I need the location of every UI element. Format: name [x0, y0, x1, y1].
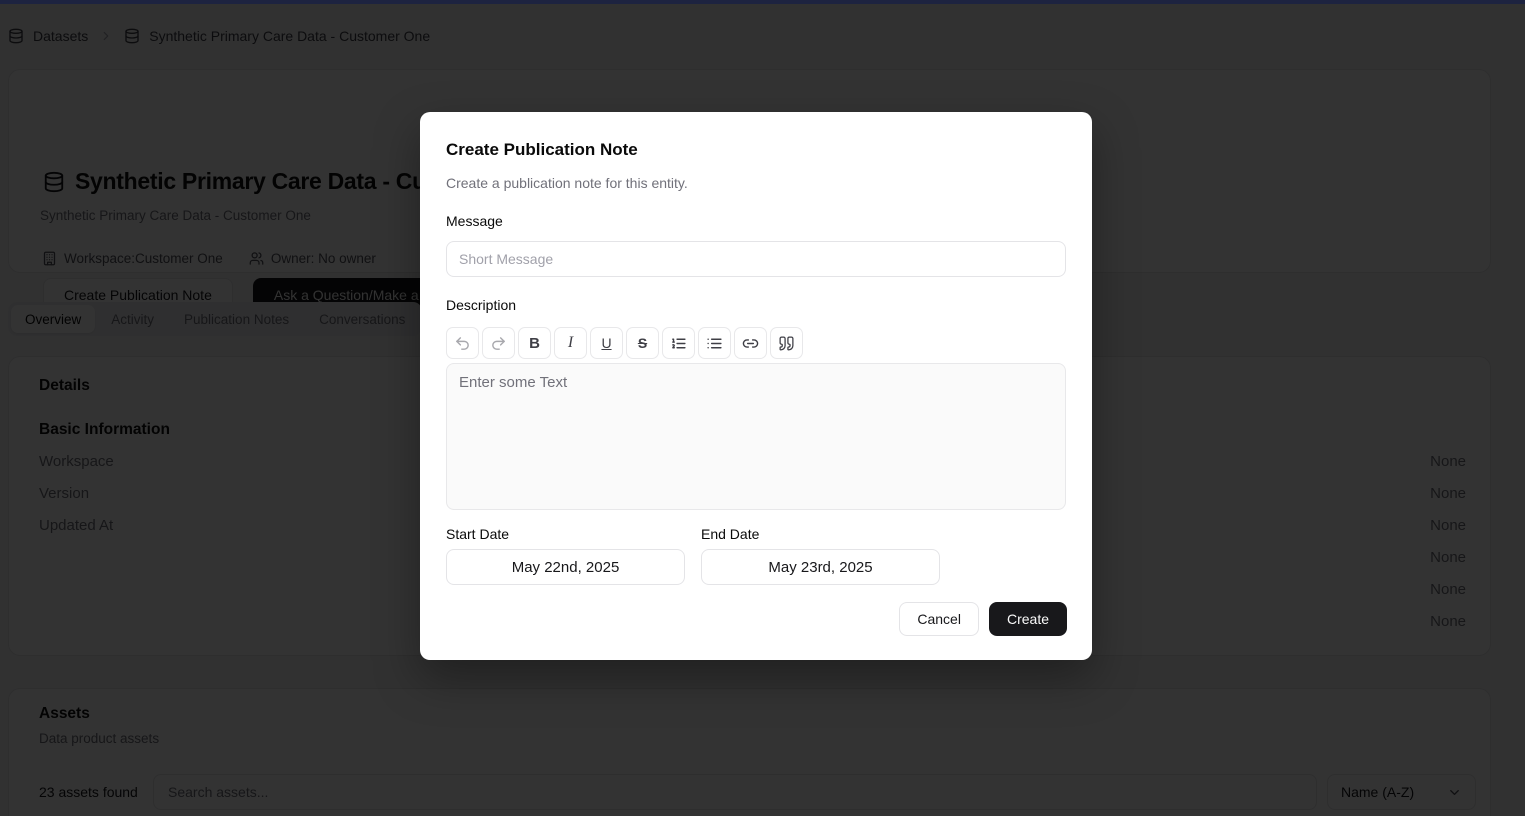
start-date-picker[interactable]: May 22nd, 2025: [446, 549, 685, 585]
undo-icon[interactable]: [446, 327, 479, 359]
dialog-title: Create Publication Note: [446, 140, 638, 160]
end-date-picker[interactable]: May 23rd, 2025: [701, 549, 940, 585]
underline-icon[interactable]: U: [590, 327, 623, 359]
dialog-subtitle: Create a publication note for this entit…: [446, 175, 688, 191]
message-input[interactable]: [446, 241, 1066, 277]
unordered-list-icon[interactable]: [698, 327, 731, 359]
richtext-toolbar: B I U S: [446, 327, 803, 359]
description-placeholder: Enter some Text: [459, 374, 567, 391]
start-date-label: Start Date: [446, 526, 509, 542]
description-label: Description: [446, 297, 516, 313]
blockquote-icon[interactable]: [770, 327, 803, 359]
description-editor[interactable]: Enter some Text: [446, 363, 1066, 510]
bold-icon[interactable]: B: [518, 327, 551, 359]
italic-icon[interactable]: I: [554, 327, 587, 359]
strikethrough-icon[interactable]: S: [626, 327, 659, 359]
ordered-list-icon[interactable]: [662, 327, 695, 359]
create-publication-note-dialog: Create Publication Note Create a publica…: [420, 112, 1092, 660]
end-date-label: End Date: [701, 526, 759, 542]
cancel-button[interactable]: Cancel: [899, 602, 979, 636]
redo-icon[interactable]: [482, 327, 515, 359]
top-accent-bar: [0, 0, 1525, 4]
create-button[interactable]: Create: [989, 602, 1067, 636]
message-label: Message: [446, 213, 503, 229]
link-icon[interactable]: [734, 327, 767, 359]
